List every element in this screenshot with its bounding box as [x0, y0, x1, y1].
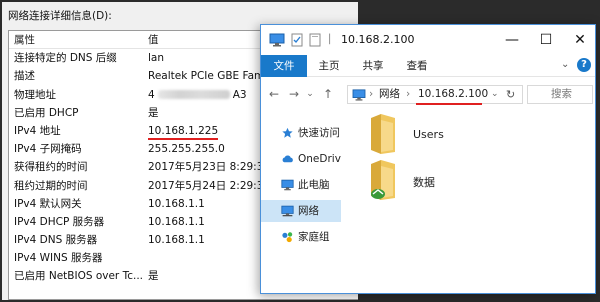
tab-home[interactable]: 主页: [311, 55, 347, 77]
window-title: 10.168.2.100: [341, 33, 415, 46]
nav-network[interactable]: 网络: [261, 200, 341, 222]
expand-ribbon-icon[interactable]: ⌄: [561, 59, 569, 70]
navigation-bar: ← → ⌄ ↑ › 网络 › 10.168.2.100 ⌄ ↻ 搜索: [261, 78, 595, 110]
breadcrumb-separator-icon[interactable]: ›: [369, 86, 373, 103]
search-placeholder: 搜索: [551, 88, 572, 100]
property-label: IPv4 地址: [14, 124, 61, 137]
file-name: 数据: [413, 176, 435, 189]
navigation-pane: 快速访问 OneDrive 此电脑 网络: [261, 110, 341, 293]
file-name: Users: [413, 128, 444, 141]
nav-label: 网络: [298, 205, 319, 217]
star-icon: [282, 127, 293, 138]
property-label: 已启用 DHCP: [14, 106, 79, 119]
nav-onedrive[interactable]: OneDrive: [261, 148, 341, 170]
nav-label: 家庭组: [298, 231, 330, 243]
property-label: IPv4 DNS 服务器: [14, 234, 98, 247]
property-label: IPv4 DHCP 服务器: [14, 215, 105, 228]
cloud-icon: [282, 155, 293, 163]
forward-arrow-icon[interactable]: →: [287, 86, 301, 102]
properties-icon[interactable]: [291, 33, 303, 47]
details-caption: 网络连接详细信息(D):: [8, 10, 112, 22]
property-label: IPv4 子网掩码: [14, 143, 82, 156]
file-list: Users 数据: [351, 110, 595, 293]
property-label: 物理地址: [14, 88, 56, 101]
list-item[interactable]: 数据: [351, 160, 551, 204]
breadcrumb-separator-icon[interactable]: ›: [406, 86, 410, 103]
breadcrumb-network[interactable]: 网络: [379, 86, 400, 103]
mac-address-prefix: 4: [148, 88, 155, 101]
computer-icon: [281, 179, 294, 191]
shared-folder-icon: [371, 160, 395, 200]
nav-label: 快速访问: [298, 127, 340, 139]
mac-address-suffix: A3: [232, 88, 247, 101]
property-label: 获得租约的时间: [14, 161, 88, 174]
column-header-property[interactable]: 属性: [14, 31, 144, 49]
back-arrow-icon[interactable]: ←: [267, 86, 281, 102]
new-folder-icon[interactable]: [309, 33, 321, 47]
up-arrow-icon[interactable]: ↑: [321, 86, 335, 102]
property-label: 描述: [14, 70, 35, 83]
network-icon: [281, 205, 294, 217]
quick-access-toolbar-divider: │: [327, 35, 333, 45]
nav-label: OneDrive: [298, 153, 341, 165]
monitor-icon[interactable]: [269, 33, 285, 47]
property-label: 已启用 NetBIOS over Tc...: [14, 270, 144, 283]
tab-file[interactable]: 文件: [261, 55, 307, 77]
redaction-blur: [157, 89, 230, 99]
tab-view[interactable]: 查看: [399, 55, 435, 77]
nav-label: 此电脑: [298, 179, 330, 191]
nav-this-pc[interactable]: 此电脑: [261, 174, 341, 196]
breadcrumb-current-host[interactable]: 10.168.2.100: [418, 86, 488, 103]
help-icon[interactable]: ?: [577, 58, 591, 72]
homegroup-icon: [282, 232, 293, 243]
search-box[interactable]: 搜索: [527, 85, 593, 104]
minimize-button[interactable]: —: [495, 25, 529, 55]
maximize-button[interactable]: ☐: [529, 25, 563, 55]
property-label: IPv4 默认网关: [14, 197, 82, 210]
list-item[interactable]: Users: [351, 114, 551, 158]
tab-share[interactable]: 共享: [355, 55, 391, 77]
property-label: 连接特定的 DNS 后缀: [14, 52, 117, 65]
address-bar[interactable]: › 网络 › 10.168.2.100 ⌄ ↻: [347, 85, 523, 105]
property-label: IPv4 WINS 服务器: [14, 252, 103, 265]
highlight-underline: [416, 103, 482, 105]
close-button[interactable]: ✕: [563, 25, 595, 55]
title-bar[interactable]: │ 10.168.2.100 — ☐ ✕: [261, 25, 595, 55]
nav-homegroup[interactable]: 家庭组: [261, 226, 341, 248]
property-label: 租约过期的时间: [14, 179, 88, 192]
recent-locations-chevron-icon[interactable]: ⌄: [305, 86, 315, 102]
file-explorer-window: │ 10.168.2.100 — ☐ ✕ 文件 主页 共享 查看 ⌄ ? ← →…: [260, 24, 596, 294]
ribbon-tabs: 文件 主页 共享 查看 ⌄ ?: [261, 55, 595, 77]
refresh-icon[interactable]: ↻: [506, 86, 515, 103]
network-location-icon: [352, 89, 366, 101]
address-history-chevron-icon[interactable]: ⌄: [491, 86, 499, 103]
shared-folder-icon: [371, 114, 395, 154]
nav-quick-access[interactable]: 快速访问: [261, 122, 341, 144]
